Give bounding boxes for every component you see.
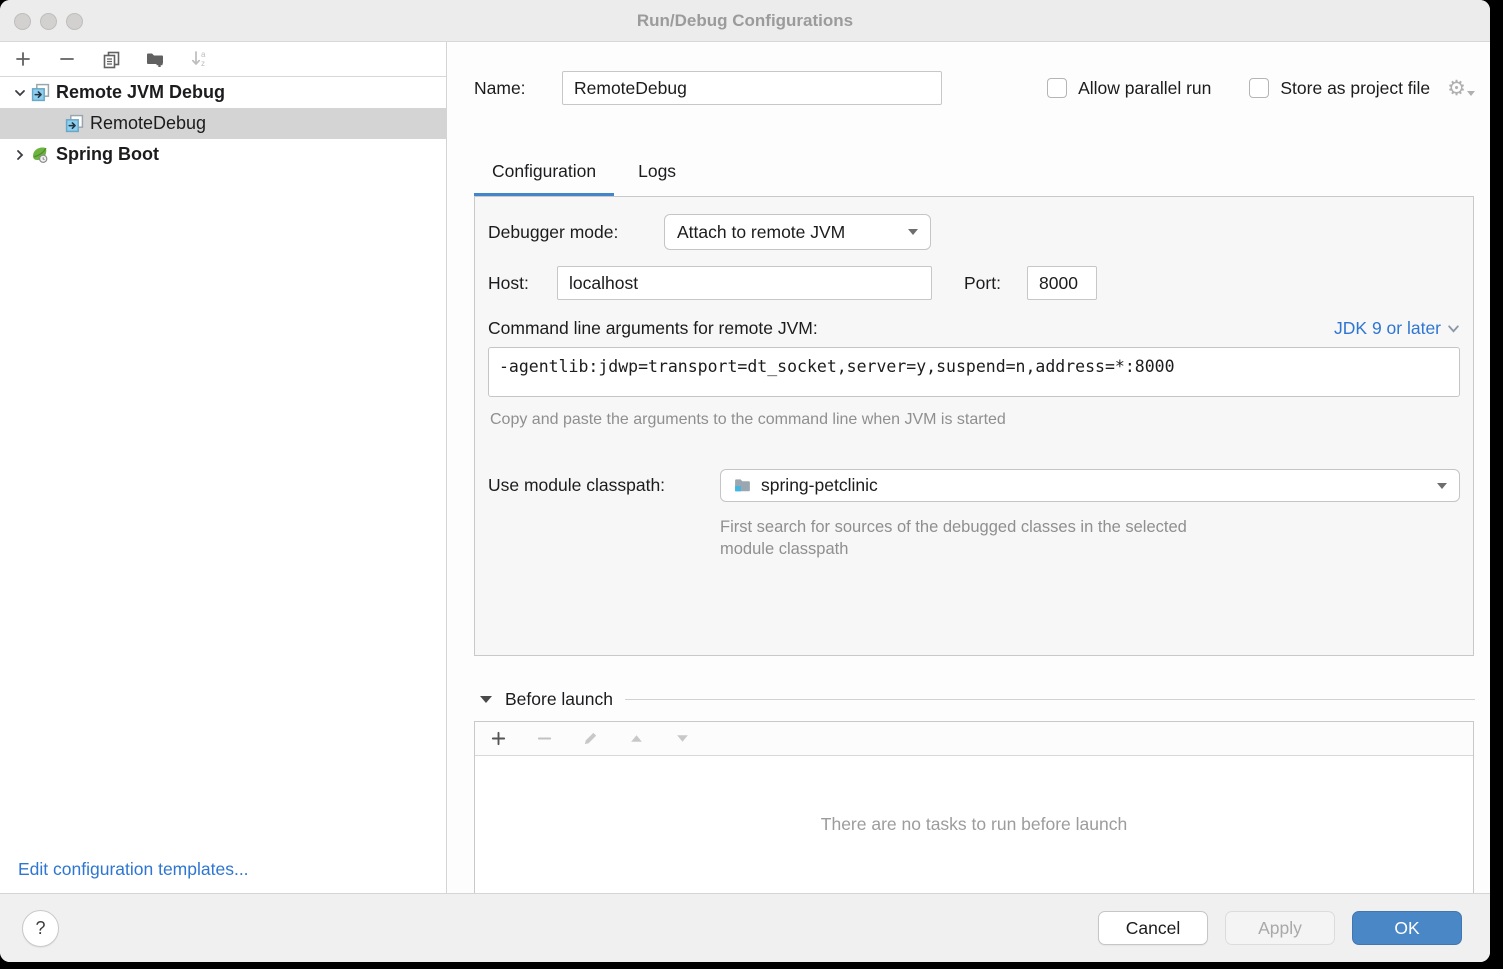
action-buttons: Cancel Apply OK (1098, 911, 1462, 945)
tree-item-label: RemoteDebug (90, 113, 206, 134)
command-line-args-header: Command line arguments for remote JVM: J… (488, 318, 1460, 339)
apply-button[interactable]: Apply (1225, 911, 1335, 945)
allow-parallel-run-label: Allow parallel run (1078, 78, 1211, 99)
port-label: Port: (964, 273, 1011, 294)
zoom-window-button[interactable] (66, 13, 83, 30)
svg-text:a: a (201, 50, 206, 59)
tab-logs[interactable]: Logs (620, 161, 694, 196)
chevron-down-icon (908, 229, 918, 235)
edit-configuration-templates-link[interactable]: Edit configuration templates... (18, 859, 249, 880)
configuration-editor: Name: Allow parallel run Store as projec… (447, 42, 1490, 893)
move-task-up-icon[interactable] (626, 729, 646, 749)
remove-configuration-icon[interactable] (57, 49, 77, 69)
tree-item-remotedebug-selected[interactable]: RemoteDebug (0, 108, 446, 139)
chevron-right-icon[interactable] (10, 149, 30, 161)
sidebar-toolbar: a z (0, 42, 446, 77)
configuration-panel: Debugger mode: Attach to remote JVM Host… (474, 196, 1474, 656)
store-options-gear-icon[interactable]: ⚙ (1447, 78, 1475, 99)
store-as-project-file-checkbox[interactable] (1249, 78, 1269, 98)
store-as-project-file-option: Store as project file ⚙ (1249, 78, 1475, 99)
module-classpath-row: Use module classpath: spring-petclinic (488, 469, 1460, 502)
allow-parallel-run-option: Allow parallel run (1047, 78, 1211, 99)
jdk-version-select[interactable]: JDK 9 or later (1334, 318, 1460, 339)
port-input[interactable] (1027, 266, 1097, 300)
window-title: Run/Debug Configurations (637, 11, 853, 31)
debugger-mode-row: Debugger mode: Attach to remote JVM (488, 214, 1460, 250)
tree-item-label: Remote JVM Debug (56, 82, 225, 103)
before-launch-title: Before launch (505, 689, 613, 710)
cancel-button[interactable]: Cancel (1098, 911, 1208, 945)
jdk-version-value: JDK 9 or later (1334, 318, 1441, 339)
command-line-args-label: Command line arguments for remote JVM: (488, 318, 818, 339)
title-bar: Run/Debug Configurations (0, 0, 1490, 42)
module-classpath-select[interactable]: spring-petclinic (720, 469, 1460, 502)
no-tasks-message: There are no tasks to run before launch (475, 756, 1473, 893)
debugger-mode-value: Attach to remote JVM (677, 222, 845, 243)
chevron-down-icon[interactable] (10, 87, 30, 99)
chevron-down-icon (1437, 483, 1447, 489)
add-configuration-icon[interactable] (13, 49, 33, 69)
store-as-project-file-label: Store as project file (1280, 78, 1430, 99)
before-launch-header[interactable]: Before launch (474, 686, 1475, 712)
collapse-triangle-icon[interactable] (480, 696, 492, 703)
remote-jvm-debug-icon (30, 83, 50, 103)
debugger-mode-select[interactable]: Attach to remote JVM (664, 214, 931, 250)
help-button[interactable]: ? (22, 910, 59, 947)
host-input[interactable] (557, 266, 932, 300)
ok-button[interactable]: OK (1352, 911, 1462, 945)
remote-jvm-debug-icon (64, 114, 84, 134)
name-row: Name: Allow parallel run Store as projec… (474, 71, 1475, 105)
copy-configuration-icon[interactable] (101, 49, 121, 69)
command-line-args-field[interactable]: -agentlib:jdwp=transport=dt_socket,serve… (488, 347, 1460, 397)
add-task-icon[interactable] (488, 729, 508, 749)
module-classpath-value: spring-petclinic (761, 475, 878, 496)
tasks-toolbar (475, 722, 1473, 756)
traffic-lights (14, 13, 83, 30)
editor-tabs: Configuration Logs (474, 133, 1475, 196)
tree-item-remote-jvm-debug[interactable]: Remote JVM Debug (0, 77, 446, 108)
edit-task-icon[interactable] (580, 729, 600, 749)
dialog-footer: ? Cancel Apply OK (0, 893, 1490, 962)
name-input[interactable] (562, 71, 942, 105)
svg-text:z: z (201, 59, 205, 68)
name-label: Name: (474, 78, 526, 99)
sort-configurations-icon[interactable]: a z (189, 49, 209, 69)
tree-item-spring-boot[interactable]: Spring Boot (0, 139, 446, 170)
allow-parallel-run-checkbox[interactable] (1047, 78, 1067, 98)
host-port-row: Host: Port: (488, 266, 1460, 300)
tab-configuration[interactable]: Configuration (474, 161, 614, 196)
remove-task-icon[interactable] (534, 729, 554, 749)
debugger-mode-label: Debugger mode: (488, 222, 664, 243)
new-folder-icon[interactable] (145, 49, 165, 69)
host-label: Host: (488, 273, 557, 294)
command-line-args-hint: Copy and paste the arguments to the comm… (490, 411, 1460, 429)
tree-item-label: Spring Boot (56, 144, 159, 165)
chevron-down-icon (1447, 322, 1460, 335)
move-task-down-icon[interactable] (672, 729, 692, 749)
module-classpath-hint: First search for sources of the debugged… (720, 516, 1460, 560)
before-launch-tasks: There are no tasks to run before launch (474, 721, 1474, 893)
run-debug-configurations-dialog: Run/Debug Configurations (0, 0, 1490, 962)
module-folder-icon (733, 476, 752, 495)
section-divider (625, 699, 1475, 700)
minimize-window-button[interactable] (40, 13, 57, 30)
module-classpath-label: Use module classpath: (488, 475, 720, 496)
close-window-button[interactable] (14, 13, 31, 30)
run-options: Allow parallel run Store as project file… (1047, 78, 1475, 99)
configurations-sidebar: a z R (0, 42, 447, 893)
screen-background: Run/Debug Configurations (0, 0, 1503, 969)
spring-boot-icon (30, 145, 50, 165)
